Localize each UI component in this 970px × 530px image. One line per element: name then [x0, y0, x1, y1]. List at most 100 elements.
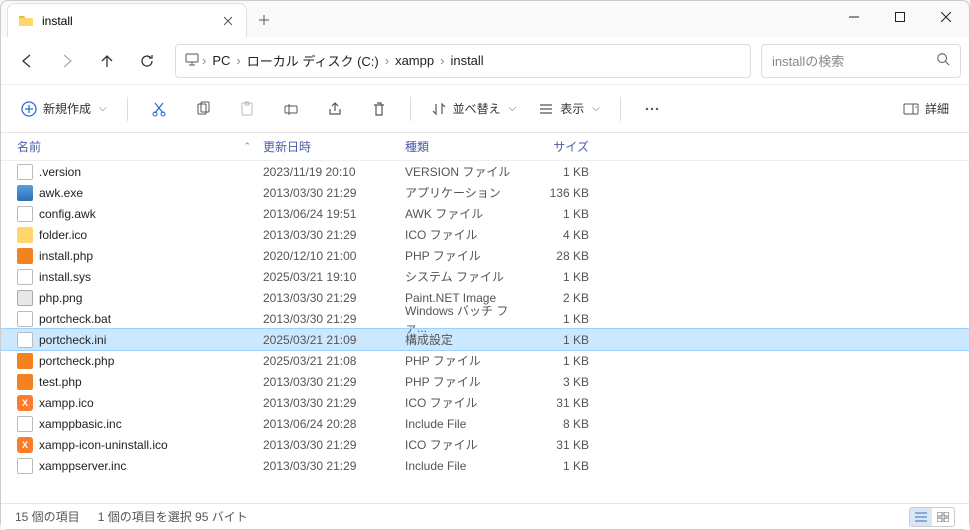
file-row[interactable]: .version2023/11/19 20:10VERSION ファイル1 KB — [1, 161, 969, 182]
window-controls — [831, 1, 969, 33]
share-button[interactable] — [316, 92, 354, 126]
file-name: .version — [39, 165, 81, 179]
file-type: PHP ファイル — [405, 352, 525, 369]
forward-button[interactable] — [49, 43, 85, 79]
tab-close-button[interactable] — [220, 13, 236, 29]
file-date: 2025/03/21 21:08 — [263, 354, 405, 368]
file-row[interactable]: Xxampp-icon-uninstall.ico2013/03/30 21:2… — [1, 434, 969, 455]
pc-icon — [184, 51, 200, 70]
tab-title: install — [42, 14, 220, 28]
cut-button[interactable] — [140, 92, 178, 126]
file-row[interactable]: install.sys2025/03/21 19:10システム ファイル1 KB — [1, 266, 969, 287]
file-date: 2013/03/30 21:29 — [263, 186, 405, 200]
file-row[interactable]: xamppbasic.inc2013/06/24 20:28Include Fi… — [1, 413, 969, 434]
file-row[interactable]: test.php2013/03/30 21:29PHP ファイル3 KB — [1, 371, 969, 392]
window-tab[interactable]: install — [7, 3, 247, 37]
file-size: 1 KB — [525, 333, 601, 347]
file-date: 2013/03/30 21:29 — [263, 438, 405, 452]
file-date: 2013/06/24 19:51 — [263, 207, 405, 221]
back-button[interactable] — [9, 43, 45, 79]
file-name: awk.exe — [39, 186, 83, 200]
file-row[interactable]: folder.ico2013/03/30 21:29ICO ファイル4 KB — [1, 224, 969, 245]
file-size: 1 KB — [525, 207, 601, 221]
file-size: 1 KB — [525, 165, 601, 179]
breadcrumb-item[interactable]: ローカル ディスク (C:) — [243, 51, 383, 70]
search-input[interactable]: installの検索 — [761, 44, 961, 78]
navigation-bar: › PC › ローカル ディスク (C:) › xampp › install … — [1, 37, 969, 85]
status-bar: 15 個の項目 1 個の項目を選択 95 バイト — [1, 503, 969, 529]
file-type: AWK ファイル — [405, 205, 525, 222]
titlebar: install — [1, 1, 969, 37]
new-tab-button[interactable] — [247, 3, 281, 37]
file-size: 2 KB — [525, 291, 601, 305]
file-size: 8 KB — [525, 417, 601, 431]
chevron-down-icon: ⌵ — [592, 103, 600, 114]
delete-button[interactable] — [360, 92, 398, 126]
paste-button[interactable] — [228, 92, 266, 126]
file-date: 2013/03/30 21:29 — [263, 375, 405, 389]
file-size: 31 KB — [525, 438, 601, 452]
file-date: 2013/03/30 21:29 — [263, 291, 405, 305]
file-type: システム ファイル — [405, 268, 525, 285]
chevron-down-icon: ⌵ — [99, 103, 107, 114]
maximize-button[interactable] — [877, 1, 923, 33]
content-area: 名前⌃ 更新日時 種類 サイズ .version2023/11/19 20:10… — [1, 133, 969, 503]
file-size: 1 KB — [525, 354, 601, 368]
file-size: 4 KB — [525, 228, 601, 242]
rename-button[interactable] — [272, 92, 310, 126]
file-name: php.png — [39, 291, 82, 305]
refresh-button[interactable] — [129, 43, 165, 79]
new-button[interactable]: 新規作成 ⌵ — [13, 92, 115, 126]
details-pane-button[interactable]: 詳細 — [895, 92, 957, 126]
file-row[interactable]: Xxampp.ico2013/03/30 21:29ICO ファイル31 KB — [1, 392, 969, 413]
file-name: xampp-icon-uninstall.ico — [39, 438, 168, 452]
file-date: 2013/03/30 21:29 — [263, 459, 405, 473]
file-type: ICO ファイル — [405, 226, 525, 243]
up-button[interactable] — [89, 43, 125, 79]
file-row[interactable]: portcheck.bat2013/03/30 21:29Windows バッチ… — [1, 308, 969, 329]
file-date: 2013/06/24 20:28 — [263, 417, 405, 431]
file-type: ICO ファイル — [405, 436, 525, 453]
thumbnails-view-button[interactable] — [932, 508, 954, 526]
view-button[interactable]: 表示 ⌵ — [530, 92, 608, 126]
file-type: Include File — [405, 459, 525, 473]
file-name: portcheck.bat — [39, 312, 111, 326]
file-type: 構成設定 — [405, 331, 525, 348]
file-row[interactable]: install.php 2020/12/10 21:00PHP ファイル28 KB — [1, 245, 969, 266]
file-date: 2020/12/10 21:00 — [263, 249, 405, 263]
folder-icon — [18, 13, 34, 29]
file-name: folder.ico — [39, 228, 87, 242]
details-view-button[interactable] — [910, 508, 932, 526]
view-mode-toggle — [909, 507, 955, 527]
file-size: 28 KB — [525, 249, 601, 263]
file-name: portcheck.ini — [39, 333, 106, 347]
file-type: PHP ファイル — [405, 373, 525, 390]
file-name: install.php — [39, 249, 93, 263]
file-type: ICO ファイル — [405, 394, 525, 411]
chevron-right-icon: › — [234, 53, 242, 68]
file-row[interactable]: portcheck.ini2025/03/21 21:09構成設定1 KB — [1, 329, 969, 350]
more-button[interactable] — [633, 92, 671, 126]
file-row[interactable]: xamppserver.inc2013/03/30 21:29Include F… — [1, 455, 969, 476]
column-type[interactable]: 種類 — [405, 138, 525, 155]
file-type: PHP ファイル — [405, 247, 525, 264]
file-row[interactable]: config.awk2013/06/24 19:51AWK ファイル1 KB — [1, 203, 969, 224]
sort-button[interactable]: 並べ替え ⌵ — [423, 92, 525, 126]
file-row[interactable]: awk.exe2013/03/30 21:29アプリケーション136 KB — [1, 182, 969, 203]
address-bar[interactable]: › PC › ローカル ディスク (C:) › xampp › install — [175, 44, 751, 78]
file-size: 1 KB — [525, 312, 601, 326]
file-name: xampp.ico — [39, 396, 94, 410]
column-size[interactable]: サイズ — [525, 138, 601, 155]
minimize-button[interactable] — [831, 1, 877, 33]
column-date[interactable]: 更新日時 — [263, 138, 405, 155]
breadcrumb-item[interactable]: install — [446, 53, 487, 68]
close-button[interactable] — [923, 1, 969, 33]
column-name[interactable]: 名前⌃ — [1, 138, 263, 155]
file-name: install.sys — [39, 270, 91, 284]
breadcrumb-item[interactable]: xampp — [391, 53, 438, 68]
breadcrumb-item[interactable]: PC — [208, 53, 234, 68]
copy-button[interactable] — [184, 92, 222, 126]
file-row[interactable]: portcheck.php2025/03/21 21:08PHP ファイル1 K… — [1, 350, 969, 371]
item-count: 15 個の項目 — [15, 508, 80, 525]
search-icon — [936, 52, 950, 69]
